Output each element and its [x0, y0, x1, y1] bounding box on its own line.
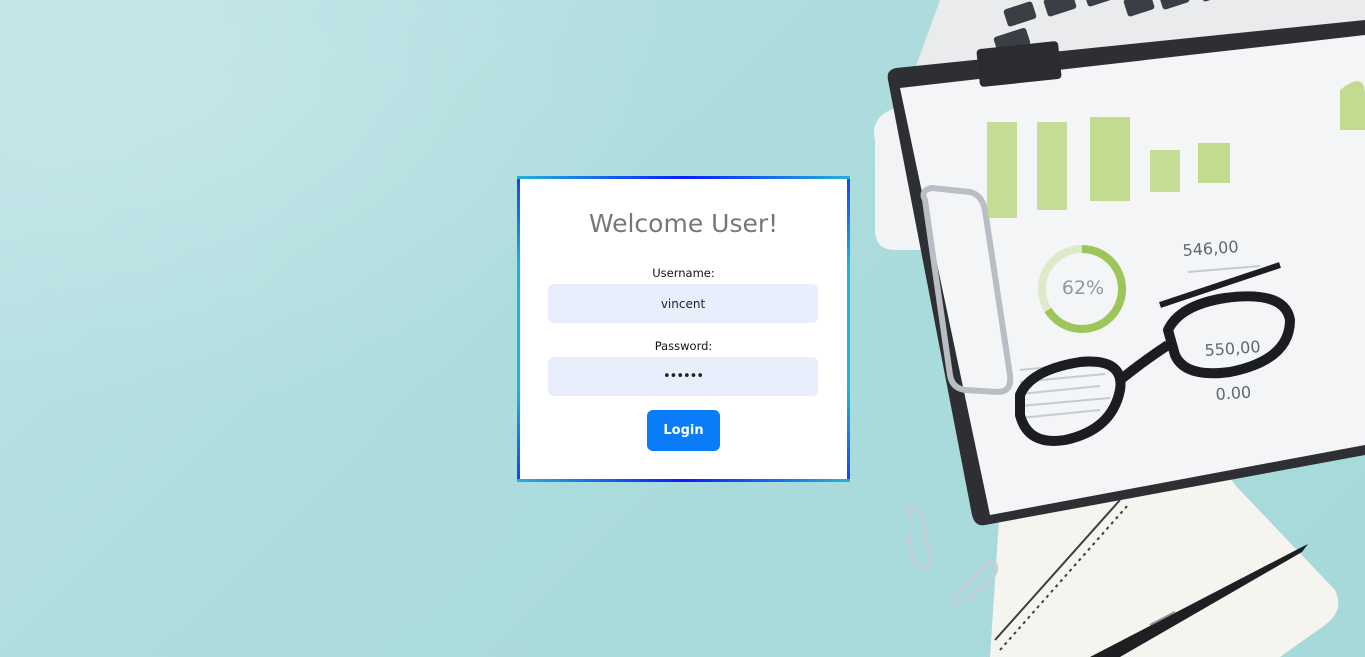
value-label-1: 546,00	[1182, 237, 1239, 260]
login-card: Welcome User! Username: Password: Login	[520, 179, 847, 479]
username-label: Username:	[652, 266, 715, 280]
clipboard-illustration: 62% 546,00 550,00 0.00	[887, 20, 1365, 526]
welcome-title: Welcome User!	[588, 209, 779, 238]
username-input[interactable]	[548, 284, 818, 323]
value-label-3: 0.00	[1215, 383, 1252, 404]
value-label-2: 550,00	[1204, 337, 1261, 360]
login-button[interactable]: Login	[647, 410, 720, 451]
password-label: Password:	[654, 339, 713, 353]
chart-percent-label: 62%	[1062, 277, 1104, 299]
login-card-frame: Welcome User! Username: Password: Login	[517, 176, 850, 482]
password-input[interactable]	[548, 357, 818, 396]
login-page: 62% 546,00 550,00 0.00 Welcome User! Use…	[0, 0, 1365, 657]
